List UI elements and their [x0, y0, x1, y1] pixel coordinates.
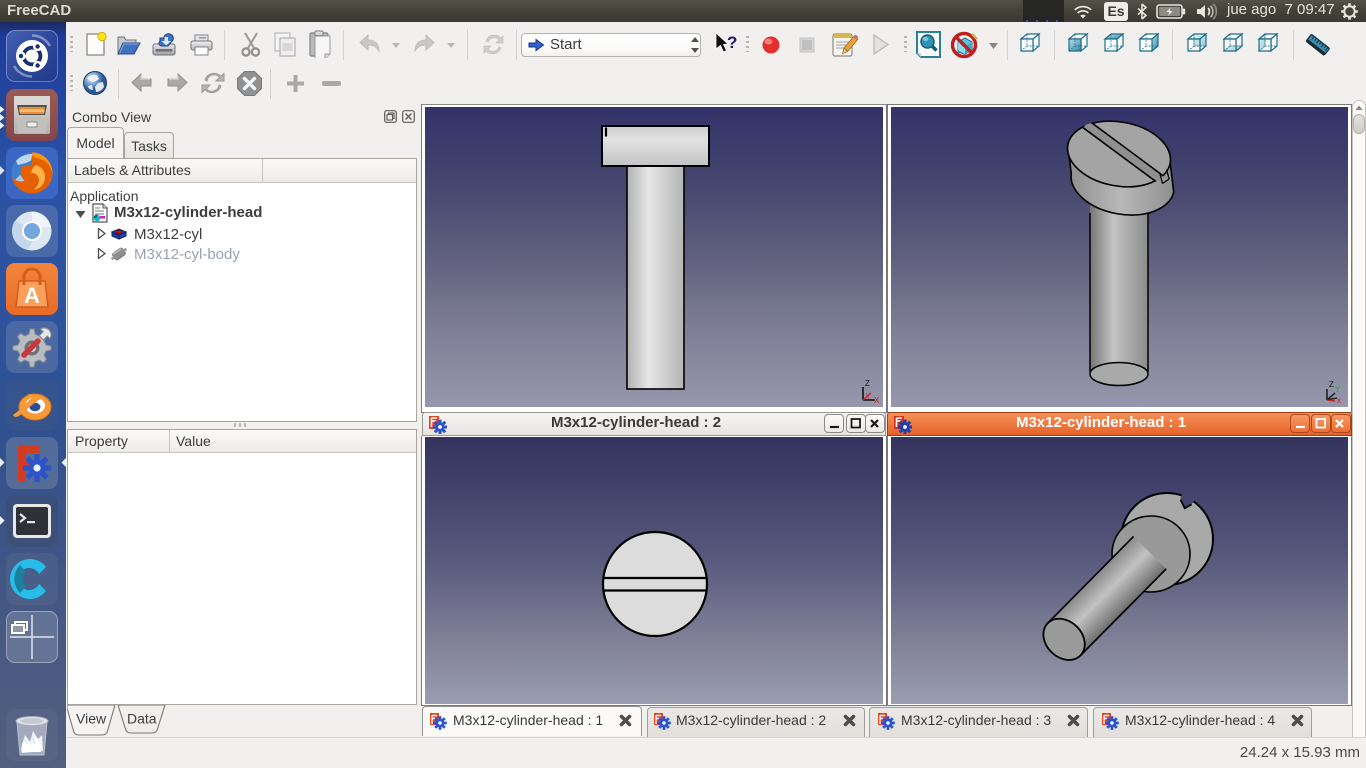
svg-text:X: X [874, 396, 880, 403]
svg-text:?: ? [727, 33, 737, 52]
svg-text:Z: Z [1329, 380, 1334, 389]
svg-text:x: x [1337, 396, 1341, 403]
svg-text:View: View [76, 711, 107, 727]
svg-text:Data: Data [127, 711, 157, 727]
svg-text:Z: Z [865, 379, 870, 388]
svg-text:A: A [24, 283, 40, 308]
svg-text:Y: Y [866, 392, 872, 401]
svg-text:Y: Y [1335, 385, 1341, 394]
